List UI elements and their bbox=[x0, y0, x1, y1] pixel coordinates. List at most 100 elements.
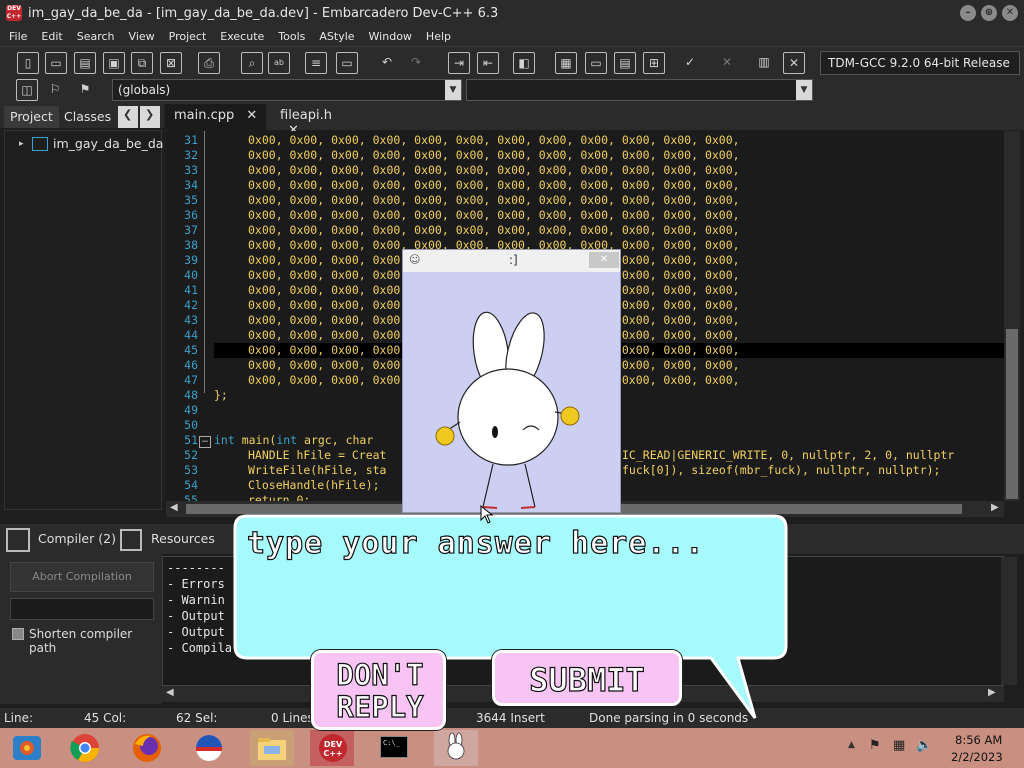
devcpp-task-icon[interactable]: DEV C++ bbox=[310, 730, 354, 766]
popup-title-bar[interactable]: ☺ :] ✕ bbox=[403, 250, 620, 272]
line-number: 55 bbox=[184, 493, 198, 501]
fold-icon[interactable]: − bbox=[199, 436, 211, 448]
editor-vertical-scrollbar[interactable] bbox=[1004, 131, 1020, 501]
code-line: 0x00, 0x00, 0x00, 0x00, 0x00, 0x00, 0x00… bbox=[248, 178, 740, 192]
new-file-icon[interactable]: ▯ bbox=[17, 52, 39, 74]
submit-button[interactable]: SUBMIT bbox=[492, 650, 682, 706]
answer-dialog: type your answer here... DON'T REPLY SUB… bbox=[233, 514, 789, 730]
shorten-path-checkbox[interactable] bbox=[12, 628, 24, 640]
stop-execution-icon[interactable]: ✕ bbox=[716, 52, 738, 74]
tab-resources[interactable]: Resources bbox=[151, 531, 215, 546]
unindent-icon[interactable]: ▭ bbox=[336, 52, 358, 74]
chrome-icon[interactable] bbox=[63, 730, 107, 766]
popup-close-button[interactable]: ✕ bbox=[589, 252, 619, 268]
volume-icon[interactable]: 🔈 bbox=[916, 738, 932, 753]
tab-compiler[interactable]: Compiler (2) bbox=[38, 531, 116, 546]
open-file-icon[interactable]: ▭ bbox=[45, 52, 67, 74]
compile-run-icon[interactable]: ▤ bbox=[614, 52, 636, 74]
network-icon[interactable]: ▦ bbox=[893, 738, 905, 753]
delete-profile-icon[interactable]: ✕ bbox=[783, 52, 805, 74]
project-tree-item[interactable]: im_gay_da_be_da bbox=[53, 136, 163, 151]
file-explorer-icon[interactable] bbox=[250, 730, 294, 766]
expand-icon[interactable]: ▸ bbox=[19, 139, 24, 149]
menu-window[interactable]: Window bbox=[362, 30, 419, 43]
clock-time[interactable]: 8:56 AM bbox=[955, 733, 1002, 747]
menu-view[interactable]: View bbox=[122, 30, 162, 43]
scroll-thumb[interactable] bbox=[1006, 329, 1018, 499]
goto-function-icon[interactable]: ⇥ bbox=[448, 52, 470, 74]
compiler-select[interactable]: TDM-GCC 9.2.0 64-bit Release bbox=[820, 51, 1020, 75]
open-project-icon[interactable]: ▤ bbox=[74, 52, 96, 74]
line-number: 32 bbox=[184, 148, 198, 162]
title-bar[interactable]: DEV C++ im_gay_da_be_da - [im_gay_da_be_… bbox=[0, 0, 1024, 26]
maximize-button[interactable]: ⊕ bbox=[981, 5, 997, 21]
profile-icon[interactable]: ▥ bbox=[753, 52, 775, 74]
log-line: - Warnin bbox=[167, 593, 225, 607]
indent-icon[interactable]: ≡ bbox=[305, 52, 327, 74]
cmd-icon[interactable]: C:\_ bbox=[372, 730, 416, 766]
goto-line-icon[interactable]: ⇤ bbox=[477, 52, 499, 74]
save-icon[interactable]: ▣ bbox=[103, 52, 125, 74]
chevron-right-icon[interactable]: ❯ bbox=[140, 106, 160, 128]
print-icon[interactable]: ⎙ bbox=[198, 52, 220, 74]
vpn-icon[interactable] bbox=[187, 730, 231, 766]
code-line: 0x00, 0x00, 0x00, 0x00, 0x00, 0x00, 0x00… bbox=[248, 163, 740, 177]
menu-tools[interactable]: Tools bbox=[271, 30, 312, 43]
tab-main-cpp[interactable]: main.cpp ✕ bbox=[166, 104, 266, 130]
close-icon[interactable]: ✕ bbox=[246, 108, 257, 123]
bookmark-next-icon[interactable]: ⚑ bbox=[74, 79, 96, 101]
close-file-icon[interactable]: ⊠ bbox=[160, 52, 182, 74]
code-token: CloseHandle(hFile); bbox=[248, 478, 380, 492]
scroll-right-icon[interactable]: ▶ bbox=[991, 502, 999, 513]
answer-input[interactable]: type your answer here... bbox=[246, 525, 704, 566]
class-browser-icon[interactable]: ◫ bbox=[16, 79, 38, 101]
line-number: 44 bbox=[184, 328, 198, 342]
clock-date[interactable]: 2/2/2023 bbox=[951, 750, 1003, 764]
dont-reply-button[interactable]: DON'T REPLY bbox=[311, 650, 446, 730]
redo-icon[interactable]: ↷ bbox=[405, 52, 427, 74]
firefox-icon[interactable] bbox=[125, 730, 169, 766]
tab-fileapi-h[interactable]: fileapi.h ✕ bbox=[272, 104, 362, 138]
menu-help[interactable]: Help bbox=[419, 30, 458, 43]
menu-astyle[interactable]: AStyle bbox=[312, 30, 361, 43]
scroll-left-icon[interactable]: ◀ bbox=[170, 502, 178, 513]
tab-classes[interactable]: Classes bbox=[58, 106, 117, 128]
menu-file[interactable]: File bbox=[2, 30, 34, 43]
close-button[interactable]: ✕ bbox=[1002, 5, 1018, 21]
menu-search[interactable]: Search bbox=[70, 30, 122, 43]
flag-icon[interactable]: ⚑ bbox=[869, 738, 881, 753]
scope-select[interactable]: (globals) ▼ bbox=[112, 79, 462, 101]
remote-desktop-icon[interactable] bbox=[5, 730, 49, 766]
minimize-button[interactable]: – bbox=[960, 5, 976, 21]
replace-icon[interactable]: ab bbox=[268, 52, 290, 74]
bookmark-list-icon[interactable]: ◧ bbox=[513, 52, 535, 74]
fold-line bbox=[204, 131, 205, 393]
mouse-cursor bbox=[480, 505, 494, 524]
syntax-check-icon[interactable]: ✓ bbox=[679, 52, 701, 74]
function-select[interactable]: ▼ bbox=[466, 79, 813, 101]
taskbar: DEV C++ C:\_ ▲ ⚑ ▦ 🔈 8:56 AM 2/2/2023 bbox=[0, 728, 1024, 768]
abort-compilation-button[interactable]: Abort Compilation bbox=[10, 562, 154, 592]
chevron-down-icon[interactable]: ▼ bbox=[445, 80, 461, 100]
bunny-app-icon[interactable] bbox=[434, 730, 478, 766]
compile-icon[interactable]: ▦ bbox=[555, 52, 577, 74]
menu-edit[interactable]: Edit bbox=[34, 30, 69, 43]
log-scrollbar[interactable] bbox=[1001, 557, 1017, 685]
bookmark-icon[interactable]: ⚐ bbox=[44, 79, 66, 101]
rebuild-all-icon[interactable]: ⊞ bbox=[643, 52, 665, 74]
tab-label: fileapi.h bbox=[280, 108, 332, 123]
bunny-popup-window[interactable]: ☺ :] ✕ bbox=[402, 249, 621, 513]
menu-project[interactable]: Project bbox=[162, 30, 214, 43]
main-toolbar: ▯ ▭ ▤ ▣ ⧉ ⊠ ⎙ ⌕ ab ≡ ▭ ↶ ↷ ⇥ ⇤ ◧ ▦ ▭ ▤ ⊞… bbox=[0, 46, 1024, 78]
scroll-left-icon[interactable]: ◀ bbox=[166, 687, 174, 698]
save-all-icon[interactable]: ⧉ bbox=[131, 52, 153, 74]
undo-icon[interactable]: ↶ bbox=[376, 52, 398, 74]
chevron-left-icon[interactable]: ❮ bbox=[118, 106, 138, 128]
tray-expand-icon[interactable]: ▲ bbox=[848, 740, 855, 750]
tab-project[interactable]: Project bbox=[4, 106, 59, 128]
find-icon[interactable]: ⌕ bbox=[241, 52, 263, 74]
chevron-down-icon[interactable]: ▼ bbox=[796, 80, 812, 100]
run-icon[interactable]: ▭ bbox=[585, 52, 607, 74]
scroll-right-icon[interactable]: ▶ bbox=[988, 687, 996, 698]
menu-execute[interactable]: Execute bbox=[213, 30, 271, 43]
